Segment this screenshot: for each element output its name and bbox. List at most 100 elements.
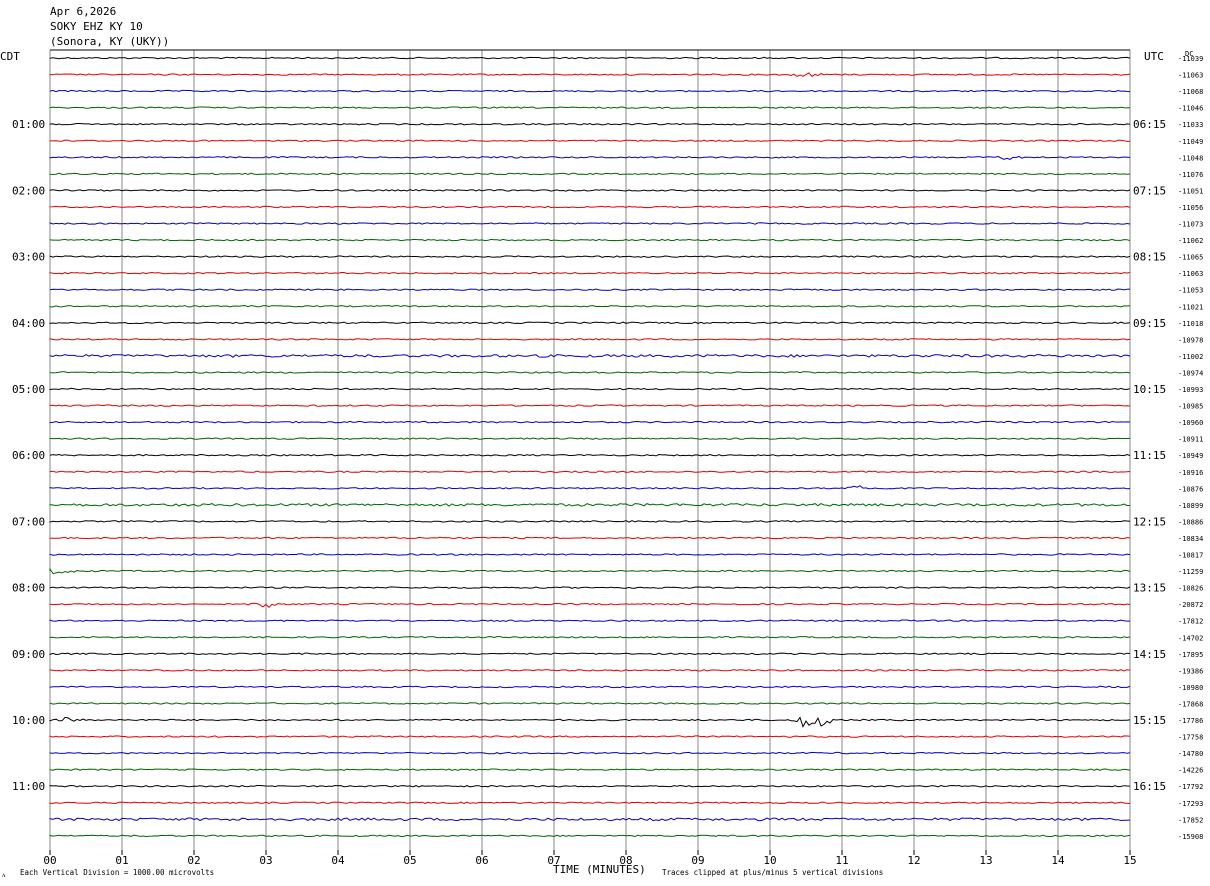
trace-line (49, 106, 1131, 109)
dc-offset-label: -11018 (1178, 320, 1203, 328)
trace-line (49, 155, 1131, 160)
dc-offset-label: -11046 (1178, 105, 1203, 113)
dc-offset-label: -10980 (1178, 684, 1203, 692)
dc-offset-label: -11051 (1178, 187, 1203, 195)
cdt-time-label: 05:00 (12, 383, 45, 396)
trace-line (49, 238, 1131, 242)
trace-line (49, 619, 1130, 622)
utc-time-label: 16:15 (1133, 780, 1166, 793)
trace-line (49, 652, 1131, 656)
cdt-time-label: 04:00 (12, 317, 45, 330)
x-tick-label: 05 (403, 854, 416, 867)
x-tick-label: 06 (475, 854, 488, 867)
dc-offset-label: -15908 (1178, 833, 1203, 841)
grid-lines (49, 49, 1131, 855)
trace-line (49, 586, 1131, 589)
dc-offset-label: -11033 (1178, 121, 1203, 129)
trace-line (49, 420, 1131, 424)
trace-line (49, 536, 1131, 540)
dc-offset-label: -10978 (1178, 336, 1203, 344)
trace-line (49, 669, 1131, 672)
dc-offset-label: -10960 (1178, 419, 1203, 427)
trace-line (49, 305, 1131, 308)
trace-line (49, 404, 1131, 407)
cdt-time-label: 08:00 (12, 582, 45, 595)
trace-line (49, 735, 1131, 738)
trace-line (49, 255, 1131, 258)
trace-line (49, 122, 1131, 126)
trace-line (49, 453, 1131, 457)
dc-offset-label: -11048 (1178, 154, 1203, 162)
cdt-time-label: 07:00 (12, 515, 45, 528)
dc-offset-label: -10993 (1178, 386, 1203, 394)
trace-line (49, 567, 1131, 575)
utc-time-label: 15:15 (1133, 714, 1166, 727)
dc-offset-label: -17786 (1178, 717, 1203, 725)
utc-time-label: 14:15 (1133, 648, 1166, 661)
dc-offset-label: -17758 (1178, 734, 1203, 742)
cdt-time-label: 10:00 (12, 714, 45, 727)
utc-time-label: 07:15 (1133, 184, 1166, 197)
trace-line (49, 89, 1131, 93)
trace-line (49, 387, 1131, 391)
trace-line (49, 189, 1131, 192)
dc-offset-label: -11063 (1178, 72, 1203, 80)
trace-line (49, 56, 1131, 60)
helicorder-page: Apr 6,2026 SOKY EHZ KY 10 (Sonora, KY (U… (0, 0, 1210, 886)
dc-offset-label: -11021 (1178, 303, 1203, 311)
dc-offset-label: -11076 (1178, 171, 1203, 179)
x-tick-label: 10 (763, 854, 776, 867)
dc-offset-label: -11068 (1178, 88, 1203, 96)
trace-line (49, 520, 1131, 523)
dc-offset-label: -10974 (1178, 369, 1203, 377)
cdt-time-label: 02:00 (12, 184, 45, 197)
dc-offset-label: -11259 (1178, 568, 1203, 576)
trace-line (49, 371, 1131, 374)
dc-offset-label: -17812 (1178, 618, 1203, 626)
trace-line (49, 271, 1131, 275)
trace-line (49, 602, 1131, 609)
dc-offset-label: -10826 (1178, 585, 1203, 593)
helicorder-plot: 00 01 02 03 04 05 06 07 08 09 10 11 12 13 14 15-11039-1… (0, 49, 1203, 879)
x-axis-title: TIME (MINUTES) (553, 863, 646, 876)
utc-time-label: 06:15 (1133, 118, 1166, 131)
dc-offset-label: -17895 (1178, 651, 1203, 659)
trace-line (49, 222, 1131, 225)
dc-offset-label: -14702 (1178, 634, 1203, 642)
trace-line (49, 139, 1131, 142)
dc-offset-label: -11056 (1178, 204, 1203, 212)
trace-line (49, 205, 1131, 209)
dc-offset-label: -11002 (1178, 353, 1203, 361)
dc-label: DC (1185, 50, 1193, 58)
trace-line (49, 338, 1131, 341)
dc-offset-label: -10911 (1178, 436, 1203, 444)
dc-offset-label: -11063 (1178, 270, 1203, 278)
x-tick-label: 13 (979, 854, 992, 867)
trace-line (49, 485, 1131, 490)
dc-offset-label: -14226 (1178, 767, 1203, 775)
trace-line (49, 751, 1131, 755)
trace-line (49, 172, 1131, 176)
utc-time-label: 12:15 (1133, 515, 1166, 528)
trace-line (49, 437, 1131, 440)
dc-offset-label: -10949 (1178, 452, 1203, 460)
utc-axis-label: UTC (1144, 50, 1164, 63)
utc-time-label: 13:15 (1133, 582, 1166, 595)
dc-offset-label: -17868 (1178, 700, 1203, 708)
trace-line (49, 817, 1131, 822)
dc-offset-label: -14780 (1178, 750, 1203, 758)
dc-offset-label: -10916 (1178, 469, 1203, 477)
x-tick-label: 01 (115, 854, 128, 867)
x-tick-label: 15 (1123, 854, 1136, 867)
utc-time-label: 10:15 (1133, 383, 1166, 396)
trace-line (49, 288, 1131, 291)
trace-line (49, 784, 1131, 788)
axis-labels: 00 01 02 03 04 05 06 07 08 09 10 11 12 13 14 15-11039-1… (12, 55, 1203, 867)
cdt-time-label: 03:00 (12, 251, 45, 264)
cdt-axis-label: CDT (0, 50, 20, 63)
dc-offset-label: -11062 (1178, 237, 1203, 245)
dc-offset-label: -11049 (1178, 138, 1203, 146)
dc-offset-label: -11073 (1178, 221, 1203, 229)
dc-offset-label: -11065 (1178, 254, 1203, 262)
x-tick-label: 00 (43, 854, 56, 867)
